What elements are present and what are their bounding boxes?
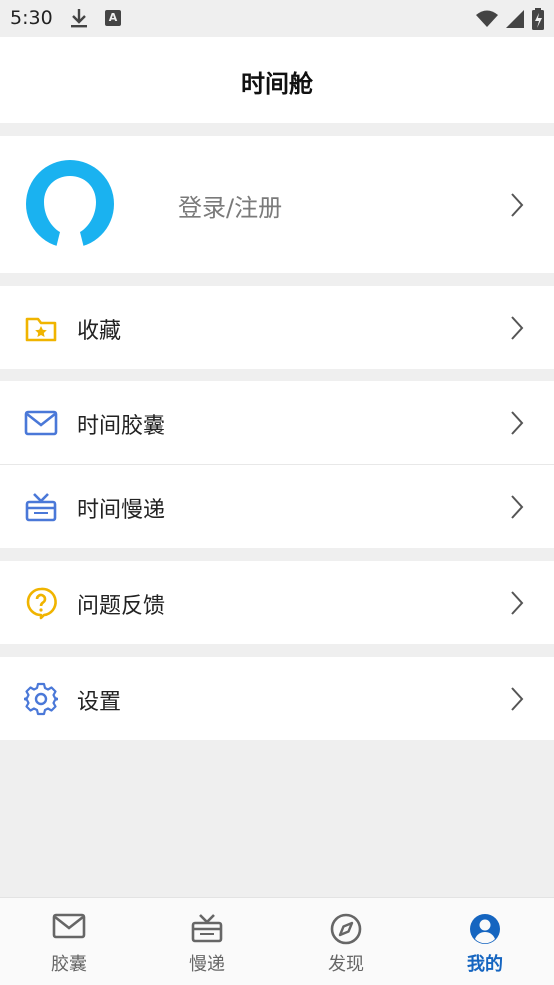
gear-icon [24, 682, 58, 716]
mail-icon [24, 410, 58, 436]
page-title: 时间舱 [241, 70, 313, 98]
question-bubble-icon [26, 587, 57, 620]
signal-icon [506, 10, 524, 32]
tab-label-slow-mail: 慢递 [189, 954, 225, 975]
status-bar: 5:30 A [0, 0, 554, 37]
bottom-tab-bar: 胶囊 慢递 发现 我的 [0, 897, 554, 985]
menu-label-slow-mail: 时间慢递 [77, 498, 166, 523]
app-header: 时间舱 [0, 37, 554, 123]
avatar-icon [26, 160, 114, 248]
menu-item-favorites[interactable]: 收藏 [0, 286, 554, 369]
compass-icon [330, 913, 362, 945]
battery-icon [532, 8, 544, 34]
star-folder-icon [25, 317, 57, 342]
chevron-right-icon [511, 687, 524, 711]
menu-label-feedback: 问题反馈 [77, 594, 166, 619]
profile-login-row[interactable]: 登录/注册 [0, 136, 554, 273]
user-circle-icon [470, 914, 500, 944]
chevron-right-icon [511, 316, 524, 340]
download-icon [70, 8, 88, 32]
menu-item-feedback[interactable]: 问题反馈 [0, 561, 554, 644]
accessibility-icon: A [105, 10, 121, 26]
menu-item-slow-mail[interactable]: 时间慢递 [0, 465, 554, 548]
menu-label-settings: 设置 [77, 690, 122, 715]
gift-box-icon [191, 914, 223, 943]
chevron-right-icon [511, 193, 524, 217]
status-time: 5:30 [10, 7, 53, 29]
tab-label-capsule: 胶囊 [51, 954, 87, 975]
wifi-icon [476, 10, 498, 32]
menu-item-time-capsule[interactable]: 时间胶囊 [0, 381, 554, 464]
chevron-right-icon [511, 411, 524, 435]
tab-mine[interactable]: 我的 [416, 898, 554, 985]
menu-item-settings[interactable]: 设置 [0, 657, 554, 740]
tab-capsule[interactable]: 胶囊 [0, 898, 138, 985]
tab-label-mine: 我的 [467, 954, 503, 975]
tab-slow-mail[interactable]: 慢递 [138, 898, 276, 985]
chevron-right-icon [511, 495, 524, 519]
gift-box-icon [25, 493, 57, 522]
chevron-right-icon [511, 591, 524, 615]
menu-label-time-capsule: 时间胶囊 [77, 414, 166, 439]
tab-label-discover: 发现 [328, 954, 364, 975]
menu-label-favorites: 收藏 [77, 319, 122, 344]
mail-icon [52, 913, 86, 939]
login-register-label: 登录/注册 [178, 194, 283, 222]
tab-discover[interactable]: 发现 [277, 898, 415, 985]
